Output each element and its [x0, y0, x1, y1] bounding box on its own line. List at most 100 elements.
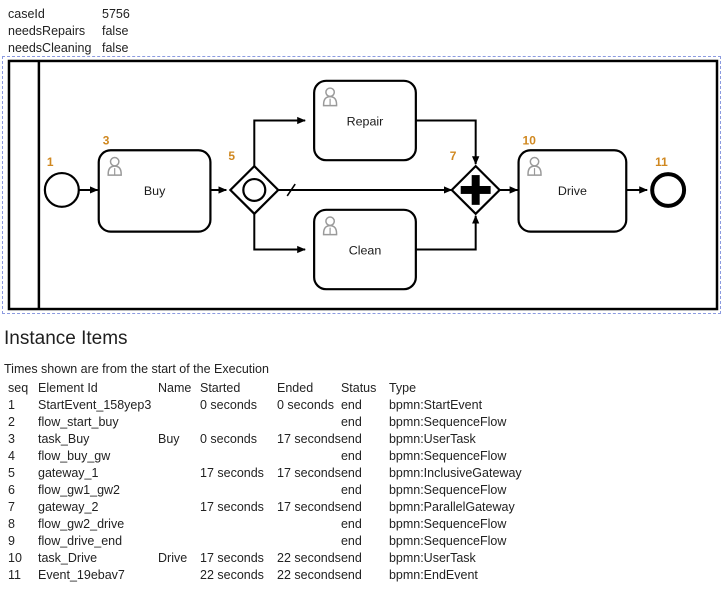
variable-key: caseId — [8, 7, 45, 21]
cell-started: 0 seconds — [200, 432, 257, 446]
seq-label-1: 1 — [47, 155, 54, 169]
table-row[interactable]: 3 task_Buy Buy 0 seconds 17 seconds end bpmn:U… — [0, 431, 549, 448]
cell-type: bpmn:SequenceFlow — [388, 517, 507, 531]
cell-ended — [277, 414, 341, 431]
cell-element-id: task_Drive — [38, 551, 98, 565]
variable-value: false — [102, 41, 129, 55]
cell-name — [158, 499, 200, 516]
bpmn-diagram-container: 1 Buy 3 5 Repair Clean 7 Drive 10 11 — [2, 56, 721, 314]
cell-ended — [277, 482, 341, 499]
cell-status: end — [340, 551, 362, 565]
cell-element-id: flow_gw2_drive — [38, 517, 125, 531]
cell-seq: 5 — [8, 466, 15, 480]
process-variables: caseId 5756 needsRepairs false needsCleaning… — [0, 0, 727, 57]
table-row[interactable]: 5 gateway_1 17 seconds 17 seconds end bpmn:In… — [0, 465, 549, 482]
cell-type: bpmn:SequenceFlow — [388, 534, 507, 548]
cell-status: end — [340, 568, 362, 582]
items-note: Times shown are from the start of the Ex… — [4, 362, 269, 376]
bpmn-canvas[interactable]: 1 Buy 3 5 Repair Clean 7 Drive 10 11 — [3, 57, 720, 313]
cell-ended: 0 seconds — [277, 398, 334, 412]
cell-seq: 11 — [8, 568, 21, 582]
table-row[interactable]: 2 flow_start_buy end bpmn:SequenceFlow — [0, 414, 549, 431]
cell-element-id: gateway_1 — [38, 466, 99, 480]
instance-items-table: seq Element Id Name Started Ended Status… — [0, 380, 549, 584]
cell-name — [158, 414, 200, 431]
variable-value: 5756 — [102, 7, 130, 21]
table-row[interactable]: 11 Event_19ebav7 22 seconds 22 seconds end bp… — [0, 567, 549, 584]
cell-type: bpmn:InclusiveGateway — [388, 466, 522, 480]
variable-row: needsCleaning false — [8, 40, 727, 57]
cell-started: 17 seconds — [200, 466, 264, 480]
cell-type: bpmn:ParallelGateway — [388, 500, 515, 514]
variable-row: needsRepairs false — [8, 23, 727, 40]
bpmn-node-task-clean[interactable]: Clean — [313, 208, 417, 291]
cell-name — [158, 567, 200, 584]
end-event-icon — [650, 172, 687, 208]
cell-seq: 3 — [8, 432, 15, 446]
col-header-started: Started — [200, 381, 241, 395]
cell-ended — [277, 516, 341, 533]
cell-type: bpmn:SequenceFlow — [388, 449, 507, 463]
cell-type: bpmn:EndEvent — [388, 568, 478, 582]
cell-seq: 1 — [8, 398, 15, 412]
task-drive-label: Drive — [558, 184, 587, 198]
col-header-element-id: Element Id — [38, 381, 98, 395]
cell-element-id: flow_start_buy — [38, 415, 119, 429]
bpmn-node-task-repair[interactable]: Repair — [313, 79, 417, 162]
cell-type: bpmn:SequenceFlow — [388, 415, 507, 429]
cell-ended — [277, 448, 341, 465]
cell-name — [158, 482, 200, 499]
cell-ended — [277, 533, 341, 550]
cell-ended: 22 seconds — [277, 568, 341, 582]
cell-seq: 8 — [8, 517, 15, 531]
table-row[interactable]: 8 flow_gw2_drive end bpmn:SequenceFlow — [0, 516, 549, 533]
table-row[interactable]: 4 flow_buy_gw end bpmn:SequenceFlow — [0, 448, 549, 465]
seq-label-11: 11 — [655, 155, 668, 169]
cell-element-id: flow_drive_end — [38, 534, 123, 548]
cell-started — [200, 482, 277, 499]
page-title: Instance Items — [4, 328, 128, 349]
cell-seq: 7 — [8, 500, 15, 514]
cell-started: 17 seconds — [200, 551, 264, 565]
col-header-status: Status — [340, 381, 377, 395]
seq-label-3: 3 — [103, 133, 110, 147]
cell-started: 17 seconds — [200, 500, 264, 514]
col-header-name: Name — [158, 381, 192, 395]
variable-row: caseId 5756 — [8, 6, 727, 23]
cell-status: end — [340, 466, 362, 480]
start-event-icon — [43, 172, 80, 208]
col-header-ended: Ended — [277, 381, 314, 395]
variable-key: needsCleaning — [8, 41, 92, 55]
cell-started: 22 seconds — [200, 568, 264, 582]
cell-element-id: task_Buy — [38, 432, 90, 446]
cell-status: end — [340, 483, 362, 497]
cell-name — [158, 465, 200, 482]
table-row[interactable]: 7 gateway_2 17 seconds 17 seconds end bpmn:Pa… — [0, 499, 549, 516]
cell-started — [200, 533, 277, 550]
cell-status: end — [340, 398, 362, 412]
cell-name — [158, 516, 200, 533]
cell-type: bpmn:SequenceFlow — [388, 483, 507, 497]
table-row[interactable]: 9 flow_drive_end end bpmn:SequenceFlow — [0, 533, 549, 550]
task-buy-label: Buy — [144, 184, 166, 198]
cell-status: end — [340, 415, 362, 429]
seq-label-7: 7 — [450, 149, 457, 163]
cell-type: bpmn:UserTask — [388, 432, 476, 446]
task-clean-label: Clean — [349, 243, 382, 257]
cell-seq: 6 — [8, 483, 15, 497]
cell-started — [200, 448, 277, 465]
task-repair-label: Repair — [347, 114, 384, 128]
cell-ended: 17 seconds — [277, 432, 341, 446]
cell-started: 0 seconds — [200, 398, 257, 412]
cell-type: bpmn:UserTask — [388, 551, 476, 565]
table-header-row: seq Element Id Name Started Ended Status… — [0, 380, 549, 397]
cell-started — [200, 414, 277, 431]
col-header-type: Type — [388, 381, 417, 395]
table-row[interactable]: 6 flow_gw1_gw2 end bpmn:SequenceFlow — [0, 482, 549, 499]
table-row[interactable]: 10 task_Drive Drive 17 seconds 22 seconds end… — [0, 550, 549, 567]
cell-element-id: Event_19ebav7 — [38, 568, 125, 582]
cell-seq: 2 — [8, 415, 15, 429]
table-row[interactable]: 1 StartEvent_158yep3 0 seconds 0 seconds end… — [0, 397, 549, 414]
cell-status: end — [340, 500, 362, 514]
cell-started — [200, 516, 277, 533]
